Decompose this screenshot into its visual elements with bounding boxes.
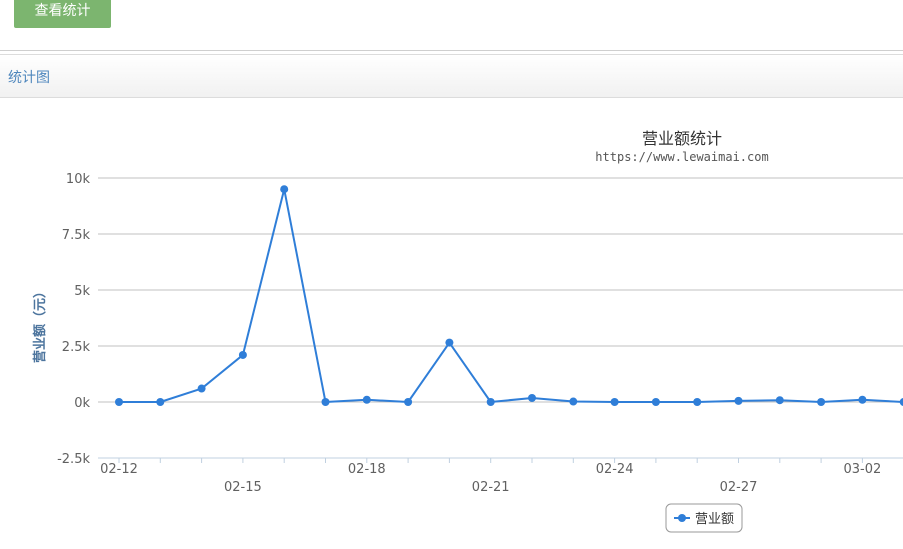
x-tick-label: 02-24	[596, 462, 634, 477]
y-tick-label: -2.5k	[57, 452, 90, 467]
data-point[interactable]	[610, 398, 619, 406]
data-point[interactable]	[156, 398, 165, 406]
y-tick-label: 5k	[74, 284, 90, 299]
x-tick-label: 02-15	[224, 480, 262, 495]
data-point[interactable]	[775, 396, 784, 405]
data-point[interactable]	[238, 350, 247, 359]
data-point[interactable]	[362, 395, 371, 404]
data-point[interactable]	[197, 384, 206, 393]
chart-subtitle: https://www.lewaimai.com	[595, 150, 768, 164]
grid-lines: -2.5k 0k 2.5k 5k 7.5k 10k	[57, 172, 903, 467]
chart-title: 营业额统计	[642, 129, 722, 148]
data-point[interactable]	[817, 398, 826, 406]
data-point[interactable]	[858, 395, 867, 404]
legend-marker-icon	[678, 514, 686, 522]
y-tick-label: 10k	[66, 172, 91, 187]
data-point[interactable]	[486, 398, 495, 406]
data-point[interactable]	[280, 185, 289, 194]
y-tick-label: 2.5k	[62, 340, 91, 355]
data-point[interactable]	[115, 398, 123, 406]
x-tick-label: 02-27	[720, 480, 758, 495]
panel-title: 统计图	[8, 70, 50, 86]
series-layer	[115, 185, 903, 406]
series-line	[119, 188, 903, 403]
x-tick-label: 03-02	[844, 462, 882, 477]
revenue-chart: 营业额统计 https://www.lewaimai.com 营业额（元） -2…	[32, 129, 903, 533]
divider	[0, 50, 903, 51]
legend-label: 营业额	[695, 512, 734, 527]
data-point[interactable]	[528, 393, 536, 402]
y-tick-label: 7.5k	[62, 228, 91, 243]
data-point[interactable]	[734, 396, 743, 405]
legend[interactable]: 营业额	[665, 503, 743, 533]
data-point[interactable]	[404, 398, 413, 406]
view-statistics-button[interactable]: 查看统计	[14, 0, 111, 28]
data-point[interactable]	[321, 398, 330, 406]
data-point[interactable]	[693, 398, 702, 406]
x-tick-label: 02-18	[348, 462, 386, 477]
x-axis: 02-12 02-18 02-24 03-02 02-15 02-21 02-27	[98, 457, 903, 495]
panel-header: 统计图	[0, 54, 903, 98]
data-point[interactable]	[651, 398, 660, 406]
y-tick-label: 0k	[74, 396, 90, 411]
data-point[interactable]	[569, 397, 578, 406]
x-tick-label: 02-12	[100, 462, 138, 477]
x-tick-label: 02-21	[472, 480, 510, 495]
y-axis-label: 营业额（元）	[32, 285, 48, 363]
data-point[interactable]	[445, 338, 454, 347]
